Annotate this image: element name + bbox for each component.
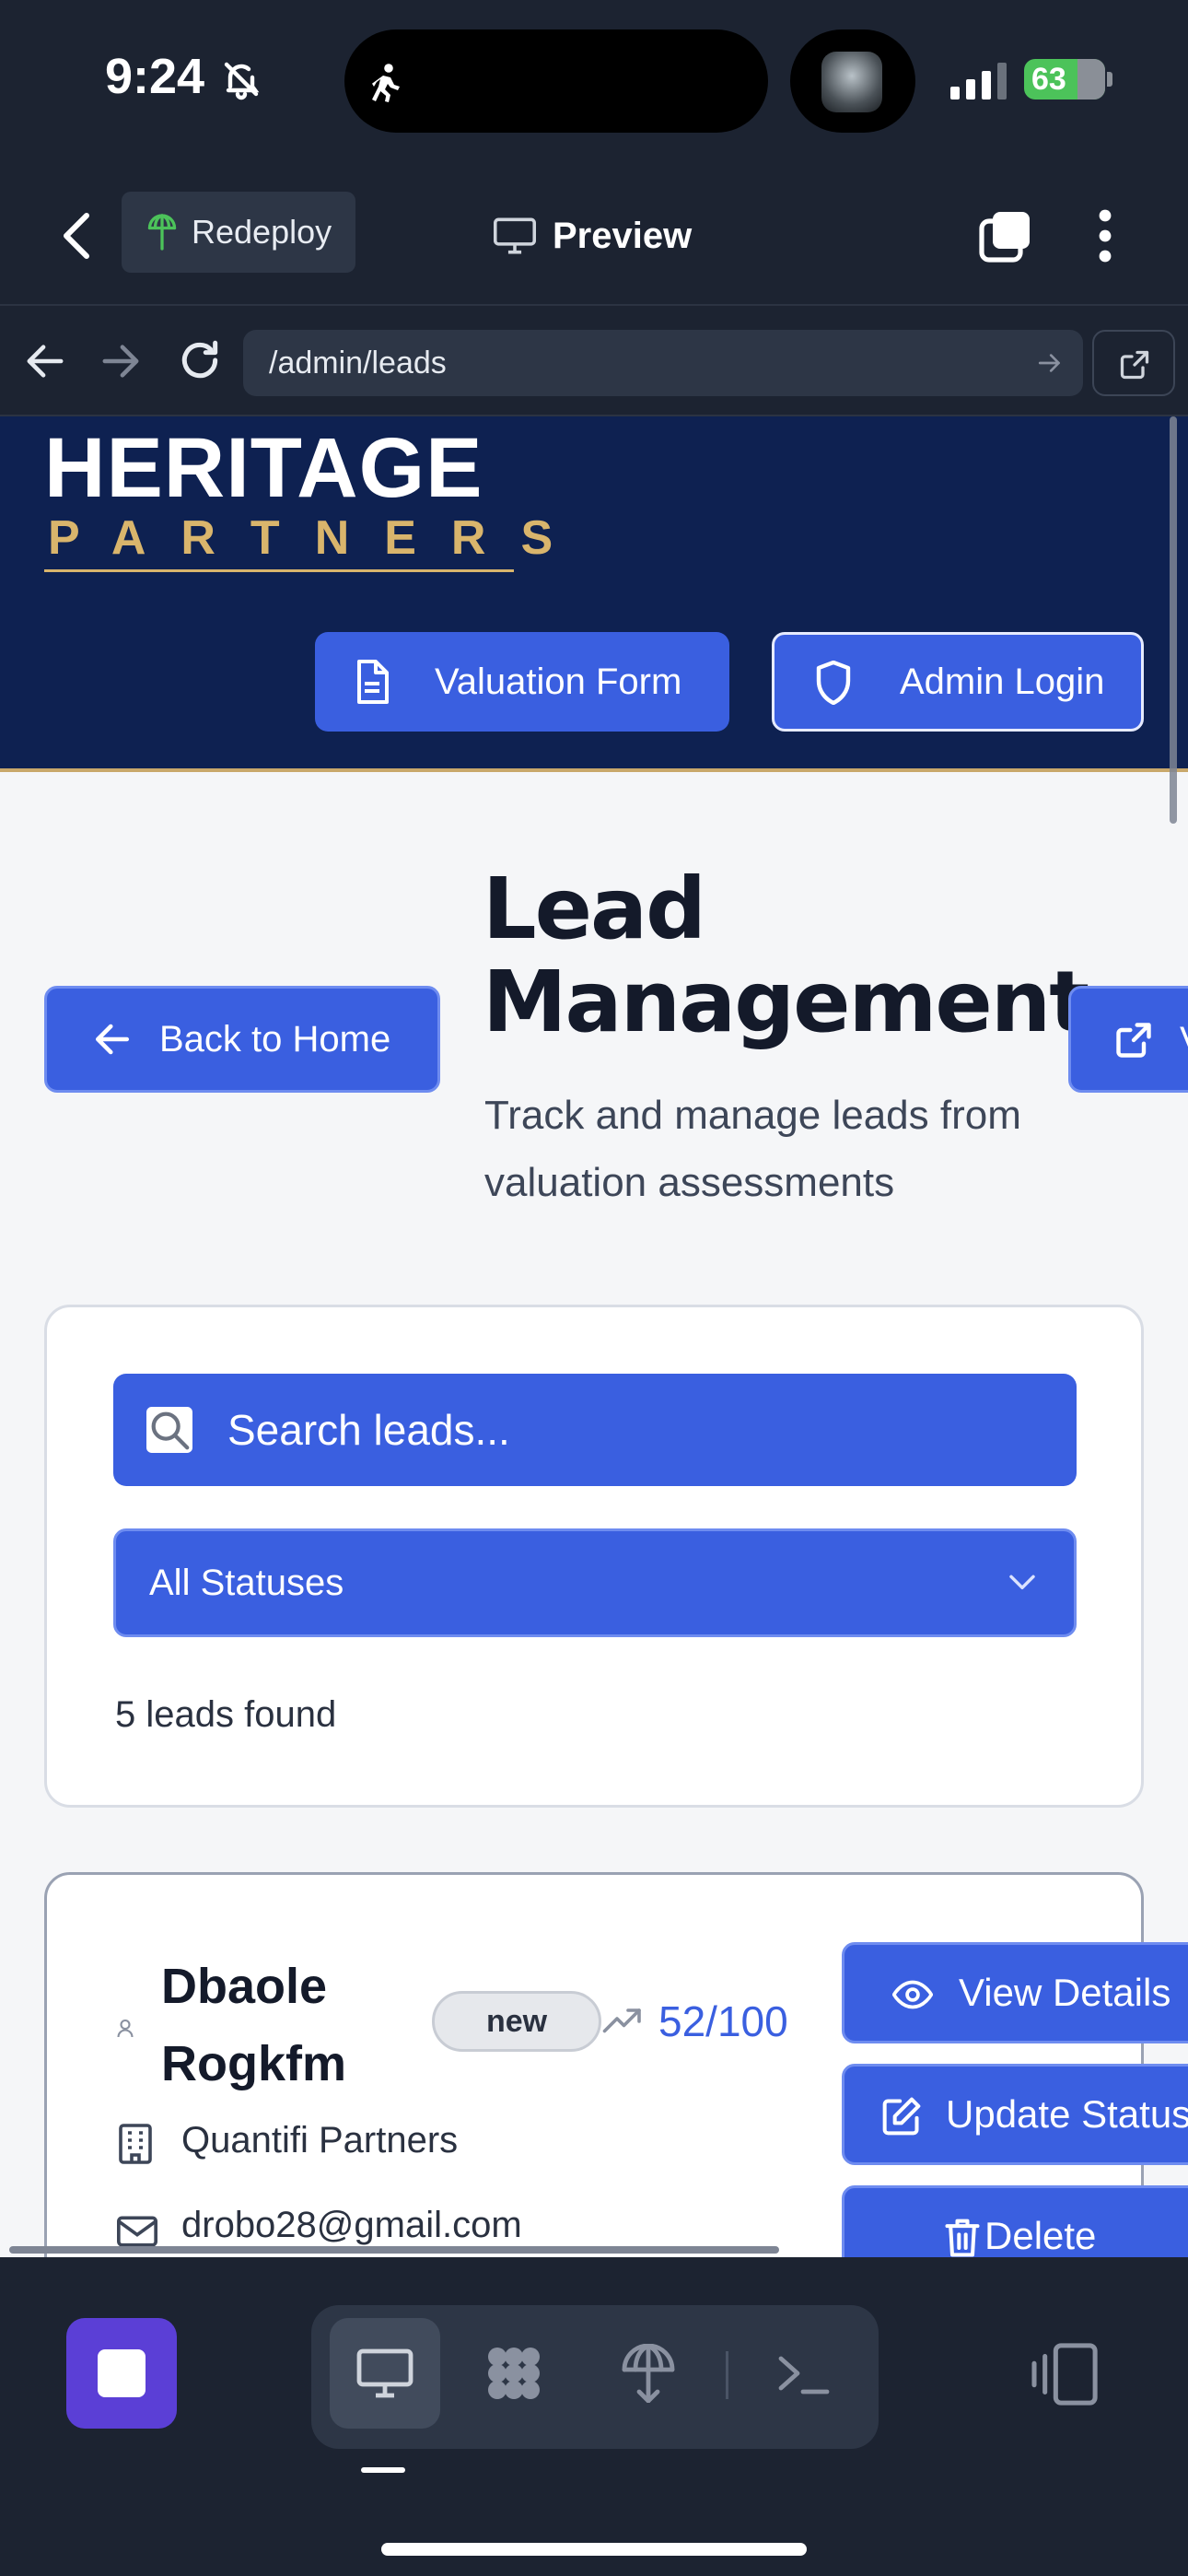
preview-label: Preview bbox=[553, 215, 693, 256]
lead-email[interactable]: drobo28@gmail.com bbox=[181, 2205, 522, 2246]
page-title: Lead Management bbox=[483, 860, 1089, 1052]
battery-cap bbox=[1107, 72, 1112, 87]
go-arrow-icon[interactable] bbox=[1037, 352, 1063, 374]
logo-underline bbox=[44, 569, 514, 572]
reload-icon[interactable] bbox=[177, 337, 223, 383]
browser-bar: /admin/leads bbox=[0, 304, 1188, 416]
document-icon bbox=[357, 660, 389, 704]
open-external-button[interactable] bbox=[1092, 330, 1175, 396]
shield-icon bbox=[816, 661, 851, 705]
user-icon bbox=[117, 2019, 134, 2038]
desktop-view-tab[interactable] bbox=[330, 2318, 440, 2429]
terminal-tab[interactable] bbox=[748, 2318, 858, 2429]
tool-switcher bbox=[311, 2305, 879, 2449]
view-details-label: View Details bbox=[959, 1971, 1171, 2014]
battery-percent: 63 bbox=[1031, 61, 1066, 97]
terminal-icon bbox=[778, 2356, 830, 2395]
lead-score: 52/100 bbox=[601, 1991, 788, 2052]
leads-count: 5 leads found bbox=[115, 1694, 337, 1735]
battery-indicator: 63 bbox=[1024, 59, 1105, 100]
back-chevron-icon[interactable] bbox=[55, 210, 99, 262]
lead-company: Quantifi Partners bbox=[181, 2120, 459, 2160]
arrow-left-icon bbox=[95, 1024, 130, 1055]
status-filter-value: All Statuses bbox=[149, 1562, 344, 1603]
delete-button[interactable]: Delete bbox=[842, 2185, 1188, 2257]
toolbar-divider bbox=[726, 2351, 728, 2399]
view-details-button[interactable]: View Details bbox=[842, 1942, 1188, 2043]
logo-wordmark[interactable]: HERITAGE bbox=[44, 426, 483, 510]
stop-button[interactable] bbox=[66, 2318, 177, 2429]
status-badge: new bbox=[432, 1991, 601, 2052]
activity-running-icon bbox=[372, 64, 400, 102]
lead-score-value: 52/100 bbox=[658, 1997, 788, 2045]
deploy-tab[interactable] bbox=[593, 2318, 704, 2429]
more-menu-icon[interactable] bbox=[1087, 206, 1124, 265]
site-header: HERITAGE PARTNERS Valuation Form Admin L… bbox=[0, 416, 1188, 772]
trash-icon bbox=[945, 2219, 980, 2257]
back-to-home-button[interactable]: Back to Home bbox=[44, 986, 440, 1093]
web-viewport: HERITAGE PARTNERS Valuation Form Admin L… bbox=[0, 416, 1188, 2257]
app-toolbar: Redeploy Preview bbox=[0, 166, 1188, 304]
home-indicator[interactable] bbox=[381, 2543, 807, 2556]
lead-name[interactable]: Dbaole Rogkfm bbox=[161, 1949, 437, 2102]
page-subtitle: Track and manage leads from valuation as… bbox=[484, 1093, 1021, 1206]
deploy-icon bbox=[622, 2344, 675, 2403]
logo-subtitle: PARTNERS bbox=[48, 511, 588, 565]
update-status-button[interactable]: Update Status bbox=[842, 2064, 1188, 2165]
external-link-icon bbox=[1116, 1023, 1151, 1058]
external-link-icon bbox=[1120, 350, 1149, 380]
chevron-down-icon bbox=[1009, 1575, 1035, 1590]
edit-icon bbox=[882, 2097, 921, 2136]
device-rotate-icon[interactable] bbox=[1030, 2342, 1103, 2406]
search-icon bbox=[146, 1407, 192, 1453]
back-to-home-label: Back to Home bbox=[159, 1018, 391, 1060]
delete-label: Delete bbox=[984, 2214, 1097, 2257]
apps-tab[interactable] bbox=[459, 2318, 569, 2429]
clock: 9:24 bbox=[105, 49, 205, 104]
eye-icon bbox=[892, 1980, 933, 2009]
active-tab-indicator bbox=[361, 2467, 405, 2473]
building-icon bbox=[119, 2124, 152, 2164]
media-thumbnail bbox=[821, 52, 882, 112]
status-filter-select[interactable]: All Statuses bbox=[113, 1528, 1077, 1637]
bell-muted-icon bbox=[224, 62, 260, 100]
tabs-icon[interactable] bbox=[976, 206, 1035, 265]
horizontal-scrollbar[interactable] bbox=[9, 2246, 779, 2254]
admin-login-label: Admin Login bbox=[900, 661, 1105, 702]
view-site-label: V bbox=[1180, 1020, 1188, 1061]
admin-login-button[interactable]: Admin Login bbox=[772, 632, 1144, 732]
valuation-form-button[interactable]: Valuation Form bbox=[315, 632, 729, 732]
deploy-icon bbox=[147, 214, 177, 251]
url-text: /admin/leads bbox=[269, 345, 447, 381]
browser-forward-icon[interactable] bbox=[101, 343, 140, 380]
url-field[interactable]: /admin/leads bbox=[243, 330, 1083, 396]
mail-icon bbox=[117, 2216, 157, 2247]
apps-grid-icon bbox=[488, 2348, 540, 2399]
filter-panel: Search leads... All Statuses 5 leads fou… bbox=[44, 1305, 1144, 1808]
redeploy-button[interactable]: Redeploy bbox=[122, 192, 355, 273]
signal-icon bbox=[950, 63, 1007, 100]
browser-back-icon[interactable] bbox=[26, 343, 64, 380]
view-site-button[interactable]: V bbox=[1068, 986, 1188, 1093]
search-placeholder: Search leads... bbox=[227, 1406, 510, 1454]
valuation-form-label: Valuation Form bbox=[435, 661, 682, 702]
monitor-icon bbox=[494, 217, 536, 254]
stop-icon bbox=[98, 2349, 146, 2397]
preview-tab[interactable]: Preview bbox=[494, 206, 692, 265]
update-status-label: Update Status bbox=[946, 2092, 1188, 2136]
desktop-icon bbox=[356, 2348, 413, 2398]
redeploy-label: Redeploy bbox=[192, 213, 332, 251]
bottom-app-bar bbox=[0, 2257, 1188, 2576]
vertical-scrollbar[interactable] bbox=[1170, 416, 1177, 824]
dynamic-island bbox=[344, 29, 768, 133]
trending-up-icon bbox=[602, 2008, 641, 2033]
search-input[interactable]: Search leads... bbox=[113, 1374, 1077, 1486]
status-bar: 9:24 63 bbox=[0, 0, 1188, 166]
